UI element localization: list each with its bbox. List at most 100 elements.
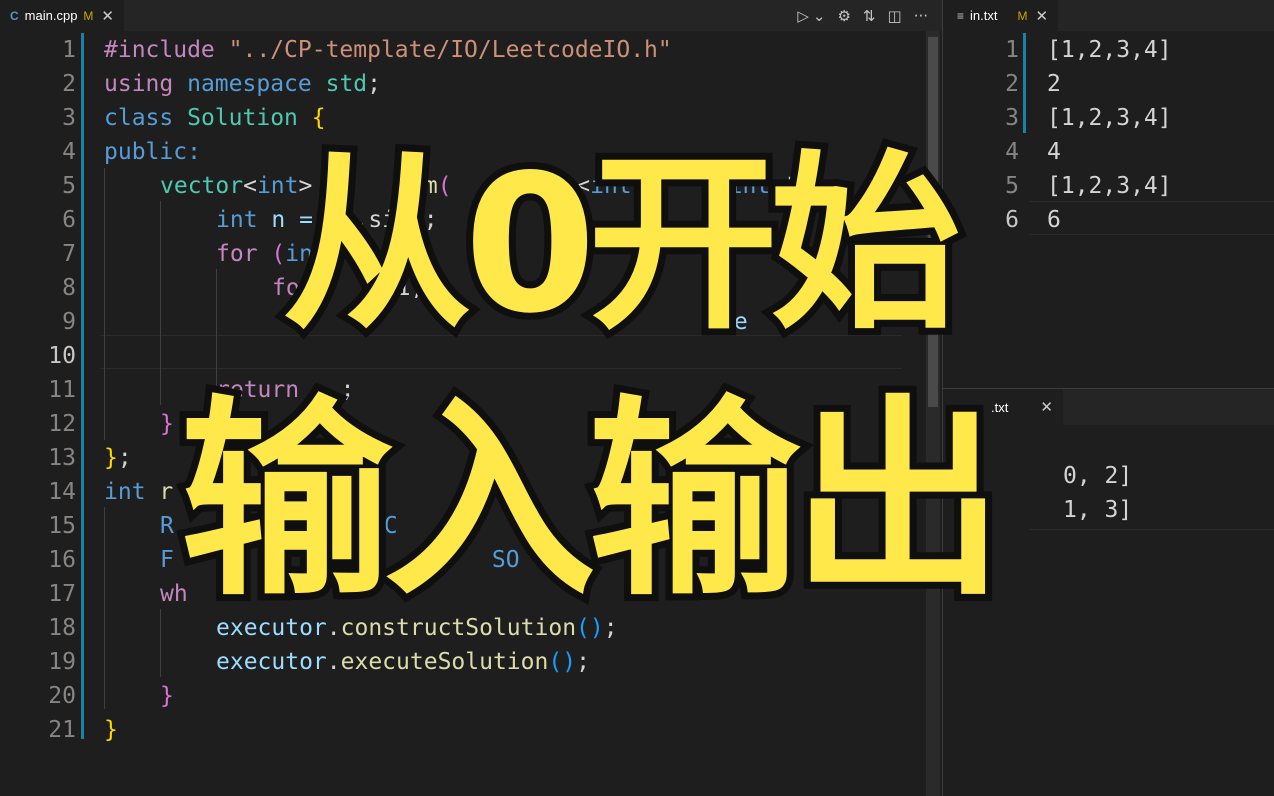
keyword: namespace [187, 71, 312, 97]
code-fragment: + 1; [299, 275, 425, 301]
line-number: 3 [1005, 105, 1019, 131]
output-value: 1, 3] [1063, 497, 1133, 523]
code-line: 1 #include "../CP-template/IO/LeetcodeIO.… [0, 33, 942, 67]
line-number: 16 [48, 547, 76, 573]
code-fragment: F [160, 547, 174, 573]
code-line: 19 executor.executeSolution(); [0, 645, 942, 679]
line-number: 8 [62, 275, 76, 301]
keyword: using [104, 71, 174, 97]
tab-label: main.cpp [24, 8, 78, 23]
tab-in-txt[interactable]: ≡ in.txt M ✕ [943, 0, 1060, 31]
input-value: 4 [1047, 139, 1061, 165]
include-directive: #include [104, 37, 215, 63]
code-line: 4 public: [0, 135, 942, 169]
line-number: 1 [62, 37, 76, 63]
line-number: 11 [48, 377, 76, 403]
code-fragment: r [145, 479, 174, 505]
line-number: 15 [48, 513, 76, 539]
code-line: 2 using namespace std; [0, 67, 942, 101]
close-icon[interactable]: ✕ [1040, 398, 1053, 416]
line-number: 6 [62, 207, 76, 233]
code-fragment: ; [299, 377, 355, 403]
code-line: 12} [0, 407, 942, 441]
keyword: int [256, 173, 299, 199]
cpp-file-icon: C [10, 8, 19, 23]
line-number: 20 [48, 683, 76, 709]
line-number: 10 [48, 343, 76, 369]
code-line: 5 vector<int> Sum( or<int int t [0, 169, 942, 203]
right-bottom-tab-bar: .txt ✕ [943, 389, 1274, 425]
code-line: 17 wh [0, 577, 942, 611]
code-editor-main[interactable]: 1 #include "../CP-template/IO/LeetcodeIO.… [0, 31, 942, 796]
input-value: [1,2,3,4] [1047, 105, 1172, 131]
code-fragment: R [160, 513, 174, 539]
tab-out-txt[interactable]: .txt ✕ [943, 389, 1064, 425]
output-file-editor[interactable]: 0, 2] 1, 3] [943, 425, 1274, 796]
method-name: constructSolution [340, 615, 577, 641]
punctuation: > [298, 173, 313, 199]
line-number: 21 [48, 717, 76, 743]
keyword: int [590, 173, 632, 199]
code-line: 1 [1,2,3,4] [943, 33, 1274, 67]
run-icon[interactable]: ▷ [797, 7, 809, 25]
settings-icon[interactable]: ⚙ [837, 7, 850, 25]
line-number: 14 [48, 479, 76, 505]
code-line: 15 R TC [0, 509, 942, 543]
code-fragment: t [770, 173, 798, 199]
code-line: 10 [0, 339, 942, 373]
keyword: int [104, 479, 146, 505]
code-line: 3 [1,2,3,4] [943, 101, 1274, 135]
bracket: { [311, 105, 326, 131]
line-number: 19 [48, 649, 76, 675]
access-specifier: public: [104, 139, 201, 165]
code-line: 6 int n = .si ; [0, 203, 942, 237]
input-value: [1,2,3,4] [1047, 37, 1172, 63]
close-icon[interactable]: ✕ [1035, 7, 1048, 25]
tab-label: in.txt [970, 8, 998, 23]
namespace-name: std [325, 71, 368, 97]
tab-main-cpp[interactable]: C main.cpp M ✕ [0, 0, 125, 31]
punctuation: < [243, 173, 257, 199]
more-actions-icon[interactable]: ··· [914, 7, 928, 25]
keyword: class [104, 105, 174, 131]
bracket: } [160, 683, 174, 709]
input-file-editor[interactable]: 1 [1,2,3,4] 22 3 [1,2,3,4] 44 5 [1,2,3,4] 6… [943, 31, 1274, 387]
code-line: 14 int r [0, 475, 942, 509]
code-line: 16 F SO [0, 543, 942, 577]
keyword: return [216, 377, 300, 403]
line-number: 13 [48, 445, 76, 471]
line-number: 17 [48, 581, 76, 607]
run-dropdown-icon[interactable]: ⌄ [813, 7, 826, 25]
code-fragment: re [720, 309, 748, 335]
code-line: 8 fo + 1; [0, 271, 942, 305]
scrollbar-thumb[interactable] [928, 37, 938, 407]
vertical-scrollbar[interactable] [926, 31, 940, 796]
type-name: vector [160, 173, 244, 199]
code-line: 9 re [0, 305, 942, 339]
class-name: Solution [187, 105, 298, 131]
line-number: 6 [1005, 207, 1019, 233]
punctuation: ; [576, 649, 590, 675]
editor-actions: ▷ ⌄ ⚙ ⇅ ◫ ··· [797, 0, 942, 31]
bracket: } [104, 717, 118, 743]
variable: executor [216, 615, 327, 641]
variable: executor [216, 649, 327, 675]
keyword: int [216, 207, 258, 233]
input-value: 6 [1047, 207, 1061, 233]
tab-label: .txt [991, 399, 1009, 415]
line-highlight [1029, 529, 1274, 530]
split-editor-icon[interactable]: ◫ [888, 7, 902, 25]
compare-changes-icon[interactable]: ⇅ [863, 7, 876, 25]
punctuation: . [326, 615, 341, 641]
keyword: in [285, 241, 313, 267]
include-path: "../CP-template/IO/LeetcodeIO.h" [228, 37, 672, 63]
close-icon[interactable]: ✕ [101, 7, 114, 25]
punctuation: . [326, 649, 341, 675]
code-line: 5 [1,2,3,4] [943, 169, 1274, 203]
punctuation: ; [367, 71, 381, 97]
code-fragment: n; [312, 241, 438, 267]
line-number: 2 [62, 71, 76, 97]
code-line: 21} [0, 713, 942, 747]
